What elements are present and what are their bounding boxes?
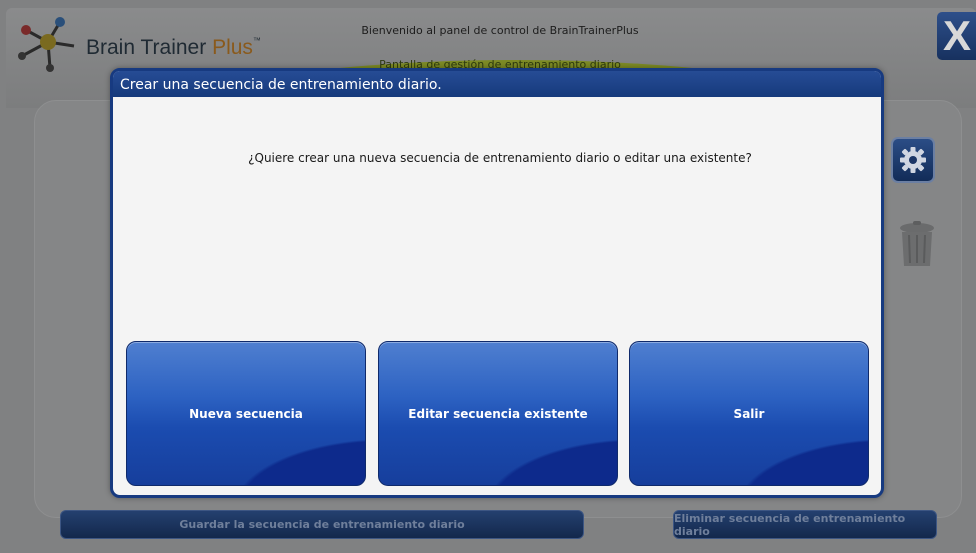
trash-icon (900, 221, 934, 266)
delete-sequence-button[interactable]: Eliminar secuencia de entrenamiento diar… (673, 510, 937, 539)
logo-main-text: Brain Trainer (86, 36, 213, 59)
settings-button[interactable] (891, 137, 935, 183)
brain-network-icon (18, 17, 75, 72)
trash-button[interactable] (898, 220, 936, 268)
dialog-question: ¿Quiere crear una nueva secuencia de ent… (248, 151, 752, 165)
gear-icon (900, 147, 926, 173)
close-app-button[interactable]: X (937, 12, 976, 60)
new-sequence-button[interactable]: Nueva secuencia (126, 341, 366, 486)
save-sequence-button[interactable]: Guardar la secuencia de entrenamiento di… (60, 510, 584, 539)
exit-button[interactable]: Salir (629, 341, 869, 486)
logo-trademark: ™ (252, 36, 261, 45)
welcome-text: Bienvenido al panel de control de BrainT… (361, 24, 639, 37)
create-sequence-dialog: Crear una secuencia de entrenamiento dia… (110, 68, 884, 498)
logo-text: Brain Trainer Plus™ (86, 36, 261, 60)
new-sequence-label: Nueva secuencia (189, 406, 303, 421)
exit-label: Salir (733, 406, 765, 421)
brain-trainer-logo: Brain Trainer Plus™ (14, 12, 261, 76)
logo-accent-text: Plus (212, 36, 253, 59)
dialog-title: Crear una secuencia de entrenamiento dia… (113, 71, 881, 97)
edit-existing-sequence-button[interactable]: Editar secuencia existente (378, 341, 618, 486)
edit-existing-label: Editar secuencia existente (408, 406, 588, 421)
